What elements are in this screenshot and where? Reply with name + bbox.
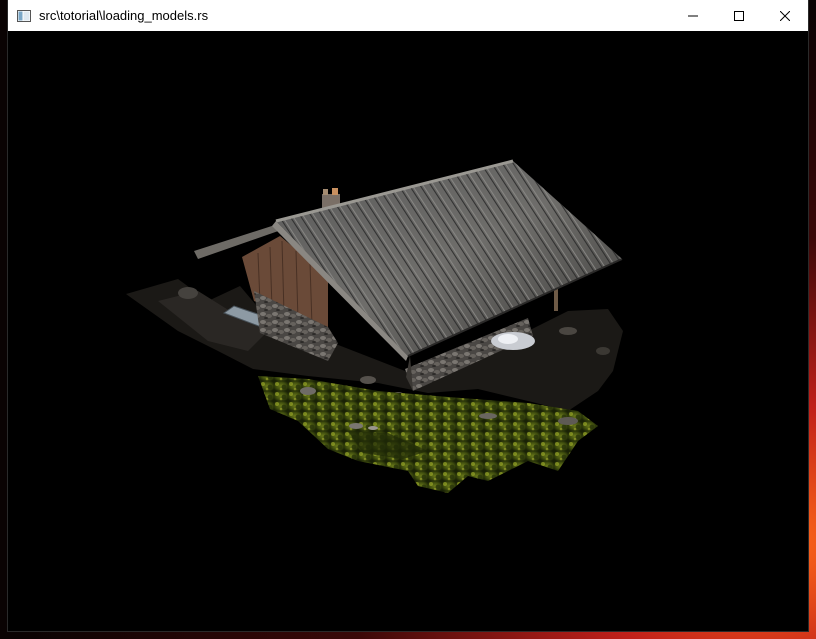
- app-window-icon: [16, 8, 32, 24]
- minimize-button[interactable]: [670, 0, 716, 31]
- render-viewport[interactable]: [8, 31, 808, 631]
- minimize-icon: [688, 15, 698, 16]
- title-bar[interactable]: src\totorial\loading_models.rs: [8, 0, 808, 31]
- maximize-icon: [734, 10, 744, 21]
- window-controls: [670, 0, 808, 31]
- app-window: src\totorial\loading_models.rs: [8, 0, 808, 631]
- close-button[interactable]: [762, 0, 808, 31]
- rendered-scene: [126, 159, 623, 493]
- window-title: src\totorial\loading_models.rs: [39, 8, 209, 23]
- maximize-button[interactable]: [716, 0, 762, 31]
- close-icon: [780, 10, 790, 21]
